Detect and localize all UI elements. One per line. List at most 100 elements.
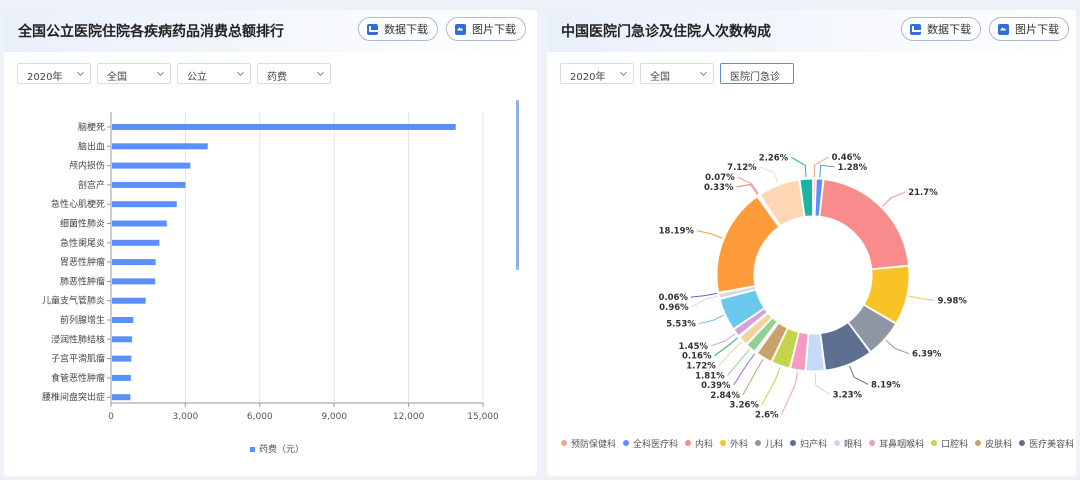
leader-line: [742, 359, 764, 396]
legend-label: 预防保健科: [571, 439, 617, 450]
leader-line: [698, 314, 724, 325]
hospital-type-select[interactable]: 公立: [177, 63, 251, 84]
x-tick-label: 15,000: [467, 412, 499, 422]
chevron-down-icon: [316, 68, 325, 77]
slice-label: 1.28%: [838, 163, 868, 173]
y-tick-label: 胃恶性肿瘤: [60, 256, 105, 268]
leader-line: [718, 341, 742, 366]
bar[interactable]: [112, 317, 134, 323]
x-tick-label: 3,000: [173, 412, 199, 422]
slice-label: 1.45%: [679, 342, 709, 352]
legend-item[interactable]: 全科医疗科: [623, 437, 678, 450]
legend-swatch: [834, 440, 841, 446]
y-tick-label: 急性心肌梗死: [51, 198, 105, 210]
cost-type-select-value: 药费: [267, 72, 287, 83]
slice-label: 2.6%: [755, 410, 779, 420]
legend-label[interactable]: 药费（元）: [259, 443, 304, 455]
chevron-down-icon: [76, 68, 85, 77]
bar[interactable]: [112, 239, 160, 246]
region-select[interactable]: 全国: [640, 63, 714, 84]
slice-label: 2.84%: [710, 391, 740, 401]
legend-label: 口腔科: [941, 439, 969, 450]
bar[interactable]: [112, 143, 208, 150]
image-download-label: 图片下载: [472, 23, 516, 36]
legend-item[interactable]: 儿科: [755, 437, 783, 450]
legend-swatch: [931, 440, 938, 446]
legend-item[interactable]: 妇产科: [790, 437, 827, 450]
image-download-button[interactable]: 图片下载: [446, 17, 526, 41]
x-tick-label: 12,000: [393, 412, 425, 422]
legend-label: 全科医疗科: [633, 439, 679, 450]
leader-line: [781, 371, 798, 415]
chevron-down-icon: [619, 68, 628, 77]
slice-label: 18.19%: [659, 227, 695, 237]
y-tick-label: 急性阑尾炎: [60, 237, 105, 249]
legend-swatch: [790, 440, 797, 446]
bar[interactable]: [112, 259, 156, 266]
bar[interactable]: [112, 201, 177, 208]
legend-label: 妇产科: [800, 439, 828, 450]
bar-chart: 0 3,000 6,000 9,000 12,000 15,000 脑梗死脑出血颅内损伤剖宫…: [42, 100, 519, 455]
bar[interactable]: [112, 297, 146, 304]
legend-item[interactable]: 医疗美容科: [1019, 437, 1074, 450]
year-select[interactable]: 2020年: [560, 63, 634, 84]
image-download-icon: [455, 23, 466, 35]
leader-line: [813, 156, 829, 178]
legend-label: 耳鼻咽喉科: [879, 439, 925, 450]
slice-label: 0.16%: [682, 352, 712, 362]
legend-item[interactable]: 预防保健科: [561, 437, 616, 450]
slice-label: 7.12%: [727, 163, 757, 173]
image-download-button[interactable]: 图片下载: [989, 17, 1069, 41]
data-download-button[interactable]: 数据下载: [901, 17, 981, 41]
chart-scrollbar[interactable]: [516, 100, 519, 270]
legend-item[interactable]: 口腔科: [931, 437, 968, 450]
bar[interactable]: [112, 355, 132, 362]
legend-swatch: [623, 440, 630, 446]
pie-slice[interactable]: [819, 179, 910, 270]
bar[interactable]: [112, 124, 456, 130]
legend-item[interactable]: 内科: [685, 437, 713, 450]
x-tick-label: 6,000: [247, 412, 273, 422]
leader-line: [696, 230, 723, 239]
x-tick-label: 0: [108, 412, 114, 422]
data-download-button[interactable]: 数据下载: [358, 17, 438, 41]
year-select[interactable]: 2020年: [17, 63, 91, 84]
data-download-label: 数据下载: [384, 23, 428, 36]
region-select[interactable]: 全国: [97, 63, 171, 84]
bar[interactable]: [112, 278, 156, 285]
legend-item[interactable]: 皮肤科: [975, 437, 1012, 450]
x-tick-label: 9,000: [321, 412, 347, 422]
slice-label: 0.33%: [704, 183, 734, 193]
bar[interactable]: [112, 220, 167, 227]
slice-label: 0.46%: [832, 153, 862, 163]
legend-swatch: [720, 440, 727, 446]
legend-swatch: [685, 440, 692, 446]
legend-label: 内科: [695, 439, 714, 450]
year-select-value: 2020年: [27, 72, 63, 83]
bar[interactable]: [112, 181, 186, 188]
slice-label: 5.53%: [666, 320, 696, 330]
bar[interactable]: [112, 374, 131, 381]
legend-swatch: [561, 440, 567, 446]
slice-label: 9.98%: [937, 296, 967, 306]
visit-composition-panel: 中国医院门急诊及住院人次数构成 数据下载 图片下载 2020年 全国 医院门急诊…: [547, 10, 1076, 476]
leader-line: [819, 164, 835, 178]
y-tick-label: 脑梗死: [78, 121, 105, 133]
bar[interactable]: [112, 336, 133, 343]
y-tick-label: 细菌性肺炎: [60, 218, 105, 230]
cost-type-select[interactable]: 药费: [257, 63, 331, 84]
legend-item[interactable]: 眼科: [834, 437, 862, 450]
bar[interactable]: [112, 162, 191, 169]
region-select-value: 全国: [650, 72, 670, 83]
visit-type-select[interactable]: 医院门急诊: [720, 63, 794, 84]
slice-label: 2.26%: [759, 153, 789, 163]
legend-item[interactable]: 外科: [720, 437, 748, 450]
slice-label: 3.23%: [833, 390, 863, 400]
legend-item[interactable]: 耳鼻咽喉科: [869, 437, 924, 450]
panel-header: 全国公立医院住院各疾病药品消费总额排行 数据下载 图片下载: [4, 10, 537, 52]
y-tick-label: 儿童支气管肺炎: [42, 295, 105, 307]
data-download-label: 数据下载: [927, 23, 971, 36]
bar[interactable]: [112, 394, 131, 401]
hospital-type-select-value: 公立: [187, 72, 207, 83]
y-tick-label: 前列腺增生: [60, 314, 105, 326]
